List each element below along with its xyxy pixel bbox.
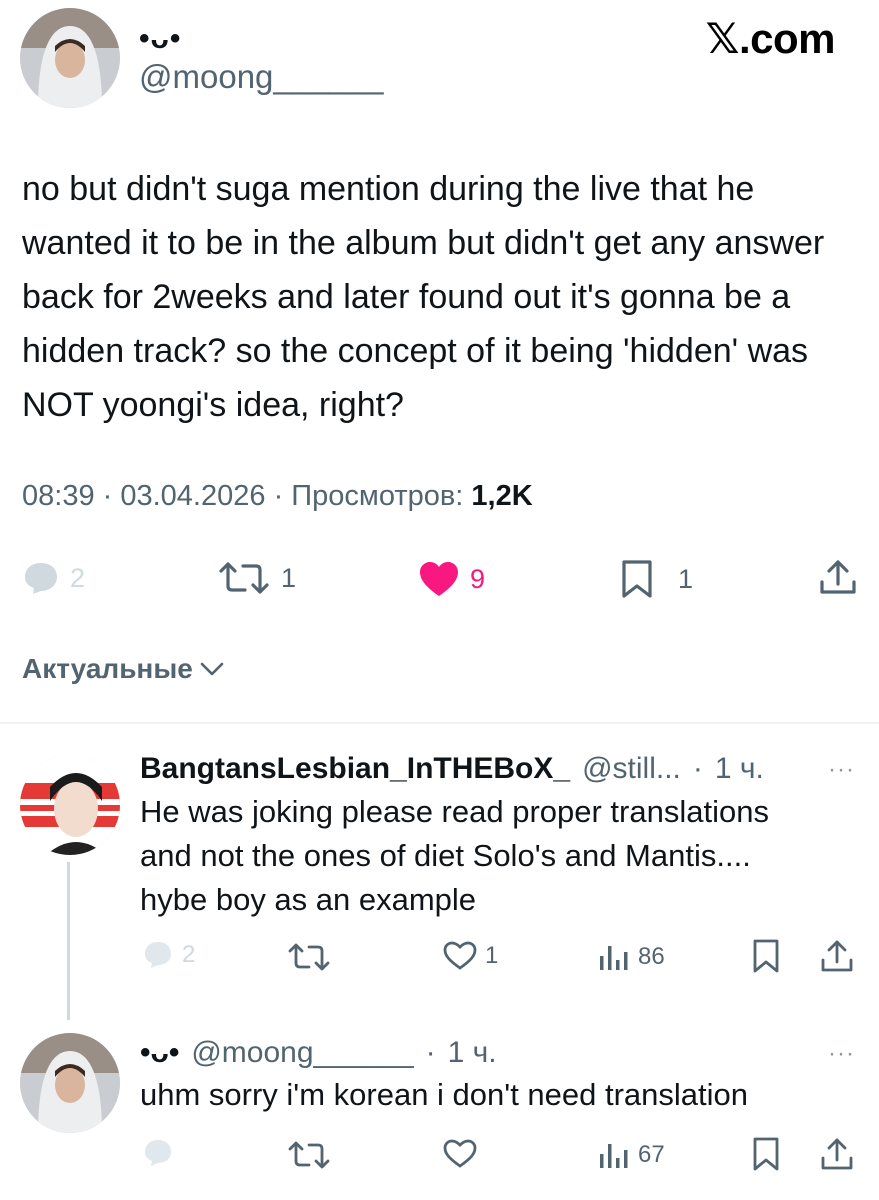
heart-filled-icon — [420, 562, 458, 596]
reply-header: •ᴗ• @moong______ · 1 ч. — [140, 1036, 497, 1070]
reply-text-line: He was joking please read proper transla… — [140, 794, 769, 829]
bookmark-icon — [753, 939, 779, 973]
reply-2-bookmark-button[interactable] — [752, 1136, 780, 1172]
reply-1-share-button[interactable] — [820, 938, 854, 974]
reply-text-line: hybe boy as an example — [140, 882, 477, 917]
more-options-icon[interactable]: ··· — [828, 756, 855, 784]
views-chart-icon — [600, 946, 628, 970]
like-count: 9 — [470, 563, 486, 594]
reply-author-name[interactable]: BangtansLesbian_InTHEBoX_ — [140, 752, 570, 786]
replies-sort-dropdown[interactable]: Актуальные — [22, 653, 225, 685]
reply-2-reply-button[interactable] — [142, 1138, 174, 1168]
repost-icon — [288, 943, 330, 971]
reply-2-repost-button[interactable] — [287, 1140, 331, 1170]
bookmark-count: 1 — [678, 563, 694, 594]
reply-1-bookmark-button[interactable] — [752, 938, 780, 974]
sort-label: Актуальные — [22, 653, 193, 684]
author-display-name[interactable]: •ᴗ• — [139, 22, 181, 56]
tweet-meta: 08:39 · 03.04.2026 · Просмотров: 1,2K — [22, 480, 533, 512]
views-label: Просмотров: — [291, 480, 464, 512]
reply-2-like-button[interactable] — [443, 1139, 477, 1169]
reply-1-like-button[interactable]: 1 — [443, 941, 498, 971]
tweet-time[interactable]: 08:39 — [22, 480, 95, 512]
bookmark-icon — [753, 1137, 779, 1171]
reply-1-like-count: 1 — [485, 942, 499, 969]
repost-icon — [288, 1141, 330, 1169]
divider — [0, 722, 879, 724]
reply-text: uhm sorry i'm korean i don't need transl… — [140, 1073, 860, 1117]
reply-author-name[interactable]: •ᴗ• — [140, 1036, 179, 1070]
reply-icon — [145, 942, 171, 968]
reply-time[interactable]: 1 ч. — [715, 752, 764, 786]
reply-1-view-count: 86 — [638, 943, 665, 970]
reply-text-line: and not the ones of diet Solo's and Mant… — [140, 838, 751, 873]
reply-2-views[interactable]: 67 — [598, 1140, 665, 1170]
reply-1-reply-count: 2 — [182, 941, 196, 968]
reply-text-line: uhm sorry i'm korean i don't need transl… — [140, 1077, 749, 1112]
like-button[interactable]: 9 — [418, 560, 485, 598]
reply-1-repost-button[interactable] — [287, 942, 331, 972]
tweet-date[interactable]: 03.04.2026 — [120, 480, 265, 512]
reply-1-views[interactable]: 86 — [598, 942, 665, 972]
reply-avatar[interactable] — [20, 755, 120, 855]
author-avatar[interactable] — [20, 8, 120, 108]
tweet-text: no but didn't suga mention during the li… — [22, 170, 825, 424]
reply-2-share-button[interactable] — [820, 1136, 854, 1172]
reply-avatar[interactable] — [20, 1033, 120, 1133]
bookmark-icon — [622, 560, 652, 598]
reply-2-view-count: 67 — [638, 1141, 665, 1168]
thread-connector-line — [67, 862, 70, 1020]
chevron-down-icon — [200, 662, 224, 676]
reply-author-handle[interactable]: @moong______ — [191, 1036, 413, 1070]
repost-count: 1 — [281, 562, 297, 593]
x-logo: 𝕏.com — [705, 15, 836, 62]
more-options-icon[interactable]: ··· — [828, 1040, 855, 1068]
heart-icon — [443, 1139, 477, 1168]
reply-button[interactable]: 2 — [22, 560, 85, 596]
heart-icon — [443, 941, 477, 970]
reply-icon — [25, 563, 57, 594]
repost-button[interactable]: 1 — [217, 560, 296, 596]
reply-text: He was joking please read proper transla… — [140, 790, 860, 922]
author-handle[interactable]: @moong______ — [139, 58, 384, 96]
share-icon — [821, 940, 853, 972]
share-icon — [820, 560, 856, 594]
views-count: 1,2K — [471, 480, 533, 512]
reply-1-reply-button[interactable]: 2 — [142, 940, 195, 970]
views-chart-icon — [600, 1144, 628, 1168]
reply-author-handle[interactable]: @still... — [582, 752, 681, 786]
reply-header: BangtansLesbian_InTHEBoX_ @still... · 1 … — [140, 752, 764, 786]
reply-icon — [145, 1140, 171, 1166]
bookmark-button[interactable]: 1 — [620, 558, 693, 600]
share-button[interactable] — [818, 558, 858, 598]
share-icon — [821, 1138, 853, 1170]
reply-time[interactable]: 1 ч. — [448, 1036, 497, 1070]
repost-icon — [219, 562, 269, 594]
reply-count: 2 — [70, 562, 86, 593]
